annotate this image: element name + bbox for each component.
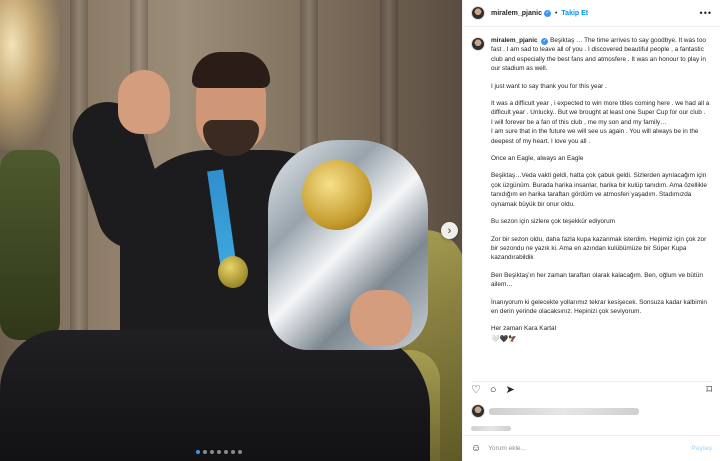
caption-paragraph: It was a difficult year , i expected to …	[491, 100, 710, 145]
caption-paragraph: miralem_pjanic ✓ Beşiktaş … The time arr…	[491, 36, 714, 74]
carousel-dot[interactable]	[217, 450, 221, 454]
post-photo[interactable]: ›	[0, 0, 462, 461]
carousel-dot[interactable]	[210, 450, 214, 454]
carousel-dot[interactable]	[196, 450, 200, 454]
avatar[interactable]	[471, 6, 485, 20]
caption-avatar[interactable]	[471, 37, 485, 51]
action-bar: ♡ ○ ➤ ⌑	[471, 381, 712, 397]
carousel-dots	[196, 450, 242, 454]
header-username[interactable]: miralem_pjanic	[491, 10, 542, 17]
follow-button[interactable]: Takip Et	[561, 10, 588, 17]
likes-row	[471, 404, 639, 418]
verified-icon: ✓	[543, 9, 551, 17]
caption-text: miralem_pjanic ✓ Beşiktaş … The time arr…	[491, 36, 714, 372]
caption-paragraph: Bu sezon için sizlere çok teşekkür ediyo…	[491, 218, 615, 226]
heart-emojis: 🤍🖤🦅	[491, 335, 518, 343]
carousel-dot[interactable]	[203, 450, 207, 454]
caption-paragraph: I just want to say thank you for this ye…	[491, 82, 607, 90]
bookmark-icon[interactable]: ⌑	[706, 385, 712, 396]
caption-block: miralem_pjanic ✓ Beşiktaş … The time arr…	[471, 36, 714, 372]
comment-input[interactable]	[488, 445, 685, 452]
caption-paragraph: Beşiktaş…Veda vakti geldi, hatta çok çab…	[491, 172, 707, 208]
more-options-icon[interactable]: •••	[700, 8, 712, 18]
share-icon[interactable]: ➤	[506, 385, 515, 396]
post-comment-button[interactable]: Paylaş	[691, 445, 712, 452]
player-hand	[118, 70, 170, 134]
player-hair	[192, 52, 270, 88]
carousel-dot[interactable]	[238, 450, 242, 454]
lamp-glow	[0, 0, 60, 150]
armchair-left	[0, 150, 60, 340]
carousel-dot[interactable]	[231, 450, 235, 454]
post-date	[471, 418, 511, 436]
trophy-ball	[302, 160, 372, 230]
like-icon[interactable]: ♡	[471, 385, 481, 396]
player-hand-right	[350, 290, 412, 346]
caption-paragraph: İnanıyorum ki gelecekte yollarımız tekra…	[491, 298, 707, 315]
caption-paragraph: Once an Eagle, always an Eagle	[491, 155, 584, 163]
caption-paragraph: Ben Beşiktaş'ın her zaman taraftarı olar…	[491, 271, 703, 289]
post-panel: miralem_pjanic ✓ • Takip Et ••• miralem_…	[462, 0, 720, 461]
verified-icon: ✓	[541, 38, 549, 45]
post-header: miralem_pjanic ✓ • Takip Et •••	[463, 0, 720, 27]
caption-paragraph: Her zaman Kara Kartal	[491, 325, 556, 333]
blurred-likes-text[interactable]	[489, 407, 639, 415]
comment-bar: ☺ Paylaş	[463, 435, 720, 461]
comment-icon[interactable]: ○	[490, 385, 497, 396]
separator-dot: •	[554, 9, 558, 17]
next-arrow-button[interactable]: ›	[441, 222, 458, 239]
caption-username[interactable]: miralem_pjanic	[491, 37, 538, 44]
carousel-dot[interactable]	[224, 450, 228, 454]
caption-paragraph: Zor bir sezon oldu, daha fazla kupa kaza…	[491, 235, 707, 262]
blurred-date	[471, 426, 511, 431]
emoji-icon[interactable]: ☺	[471, 443, 481, 454]
medal	[218, 256, 248, 288]
liker-avatar[interactable]	[471, 404, 485, 418]
